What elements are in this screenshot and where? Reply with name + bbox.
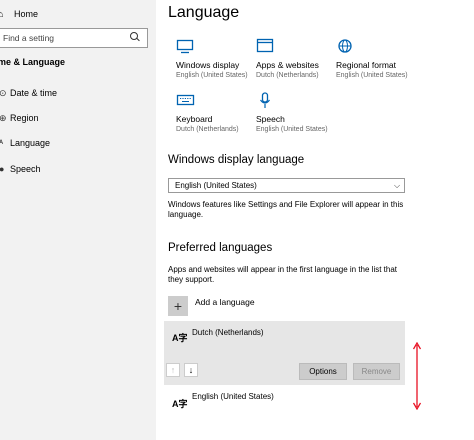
- search-input[interactable]: Find a setting: [0, 33, 127, 43]
- search-icon[interactable]: [127, 30, 143, 46]
- sidebar-section-title: me & Language: [0, 57, 66, 67]
- sidebar-item-label: Date & time: [10, 88, 58, 98]
- add-language-button[interactable]: + Add a language: [168, 296, 255, 316]
- tile-name: Keyboard: [176, 114, 213, 124]
- clock-icon: ⊙: [0, 87, 7, 98]
- display-language-note: Windows features like Settings and File …: [168, 200, 404, 219]
- sidebar-item-label: Region: [10, 113, 39, 123]
- speech-icon: ●: [0, 164, 5, 174]
- sidebar-home[interactable]: ⌂ Home: [0, 6, 38, 22]
- globe-icon: [336, 38, 356, 56]
- language-icon: A字: [172, 399, 188, 409]
- tile-sub: Dutch (Netherlands): [176, 126, 239, 133]
- sidebar-item-region[interactable]: ⊕ Region: [0, 110, 39, 126]
- tile-keyboard[interactable]: Keyboard Dutch (Netherlands): [176, 92, 256, 133]
- region-icon: ⊕: [0, 112, 7, 123]
- home-icon: ⌂: [0, 9, 4, 19]
- display-language-dropdown[interactable]: English (United States) ⌵: [168, 178, 405, 193]
- move-up-button[interactable]: ↑: [166, 363, 180, 377]
- tile-sub: English (United States): [176, 72, 248, 79]
- language-icon: A字: [172, 333, 188, 343]
- tile-sub: Dutch (Netherlands): [256, 72, 319, 79]
- remove-button[interactable]: Remove: [353, 363, 400, 380]
- preferred-languages-heading: Preferred languages: [168, 242, 273, 254]
- sidebar: ⌂ Home Find a setting me & Language ⊙ Da…: [0, 0, 156, 440]
- preferred-languages-note: Apps and websites will appear in the fir…: [168, 265, 398, 284]
- add-language-label: Add a language: [195, 297, 255, 307]
- sidebar-home-label: Home: [14, 9, 39, 19]
- sidebar-item-language[interactable]: ᴬ Language: [0, 135, 50, 151]
- double-arrow-annotation-icon: [413, 342, 421, 410]
- language-icon: ᴬ: [0, 138, 4, 148]
- microphone-icon: [256, 92, 276, 110]
- chevron-down-icon: ⌵: [393, 180, 401, 190]
- main-content: Language Windows display English (United…: [156, 0, 474, 440]
- options-button[interactable]: Options: [299, 363, 347, 380]
- tile-sub: English (United States): [256, 126, 328, 133]
- tile-speech[interactable]: Speech English (United States): [256, 92, 336, 133]
- tile-regional-format[interactable]: Regional format English (United States): [336, 38, 416, 79]
- plus-icon: +: [168, 296, 188, 316]
- sidebar-item-label: Language: [10, 138, 51, 148]
- language-item-selected[interactable]: A字 Dutch (Netherlands) ↑ ↓ Options Remov…: [164, 321, 405, 385]
- tile-apps-websites[interactable]: Apps & websites Dutch (Netherlands): [256, 38, 336, 79]
- tile-name: Speech: [256, 114, 285, 124]
- language-name: English (United States): [192, 392, 274, 401]
- tile-name: Windows display: [176, 60, 240, 70]
- display-language-heading: Windows display language: [168, 154, 305, 166]
- sidebar-item-label: Speech: [10, 164, 41, 174]
- dropdown-value: English (United States): [175, 181, 257, 190]
- monitor-icon: [176, 38, 196, 56]
- keyboard-icon: [176, 92, 196, 110]
- tile-windows-display[interactable]: Windows display English (United States): [176, 38, 256, 79]
- tile-name: Regional format: [336, 60, 397, 70]
- page-title: Language: [168, 4, 240, 21]
- move-down-button[interactable]: ↓: [184, 363, 198, 377]
- language-name: Dutch (Netherlands): [192, 328, 264, 337]
- tile-name: Apps & websites: [256, 60, 319, 70]
- sidebar-item-date-time[interactable]: ⊙ Date & time: [0, 85, 57, 101]
- window-icon: [256, 38, 276, 56]
- sidebar-item-speech[interactable]: ● Speech: [0, 161, 41, 177]
- tile-sub: English (United States): [336, 72, 408, 79]
- search-box[interactable]: Find a setting: [0, 28, 148, 48]
